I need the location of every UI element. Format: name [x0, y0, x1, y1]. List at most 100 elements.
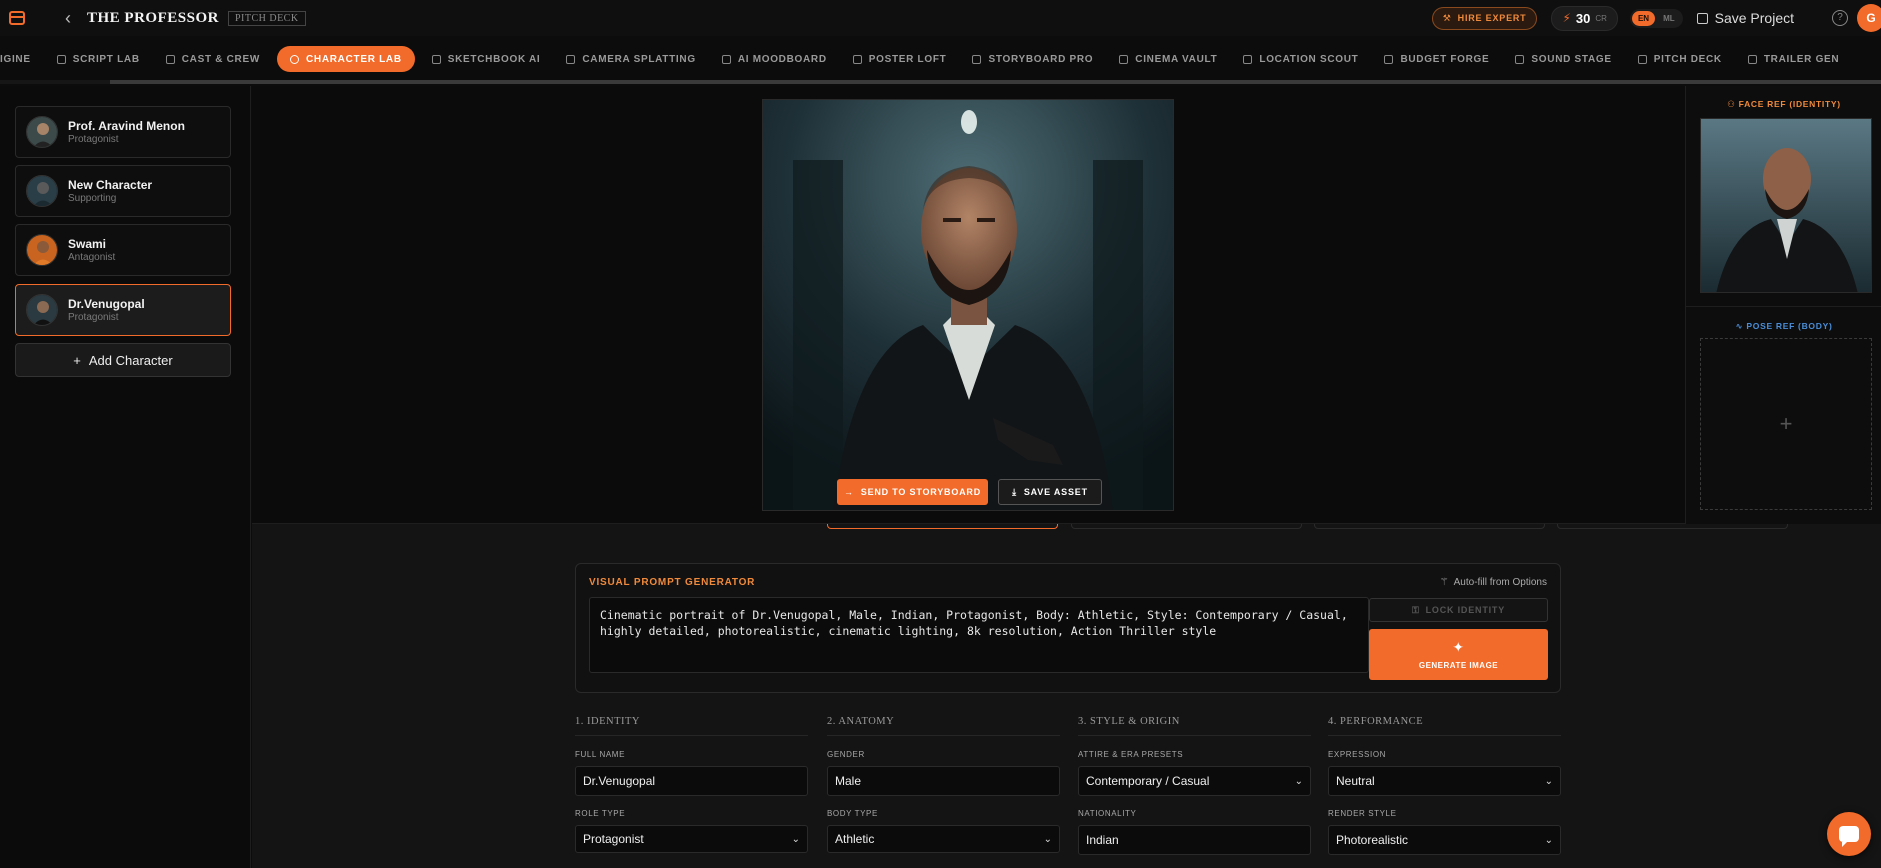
- save-project-label: Save Project: [1714, 10, 1794, 26]
- pencil-icon: [431, 54, 441, 64]
- visual-prompt-generator: VISUAL PROMPT GENERATOR ⚚ Auto-fill from…: [575, 563, 1561, 693]
- avatar: [26, 116, 58, 148]
- tab-storyboard-pro[interactable]: STORYBOARD PRO: [959, 46, 1106, 72]
- tab-sketchbook-ai[interactable]: SKETCHBOOK AI: [419, 46, 554, 72]
- face-ref-image[interactable]: [1700, 118, 1872, 293]
- clapperboard-icon[interactable]: [9, 11, 25, 25]
- tab-sound-stage[interactable]: SOUND STAGE: [1502, 46, 1624, 72]
- autofill-button[interactable]: ⚚ Auto-fill from Options: [1440, 577, 1547, 588]
- chevron-left-icon[interactable]: ‹: [65, 8, 71, 29]
- tab-character-lab[interactable]: CHARACTER LAB: [277, 46, 415, 72]
- box-icon: [1119, 54, 1129, 64]
- field-label: GENDER: [827, 750, 865, 759]
- identity-section: 1. IDENTITY FULL NAME Dr.Venugopal ROLE …: [575, 716, 808, 853]
- palette-icon: [721, 54, 731, 64]
- tab-pitch-deck[interactable]: PITCH DECK: [1625, 46, 1735, 72]
- tab-label: AI MOODBOARD: [737, 53, 827, 65]
- section-tabs-stub: [827, 524, 1812, 542]
- tab-label: SOUND STAGE: [1531, 53, 1612, 65]
- field-value: Dr.Venugopal: [583, 774, 656, 788]
- body-type-select[interactable]: Athletic ⌄: [827, 825, 1060, 853]
- tab-budget-forge[interactable]: BUDGET FORGE: [1371, 46, 1502, 72]
- help-circle-icon[interactable]: ?: [1832, 10, 1848, 26]
- character-card-selected[interactable]: Dr.Venugopal Protagonist: [15, 284, 231, 336]
- tab-scrollbar-thumb[interactable]: [110, 80, 1881, 84]
- performance-section: 4. PERFORMANCE EXPRESSION Neutral ⌄ RENDE…: [1328, 716, 1561, 855]
- field-value: Male: [835, 774, 862, 788]
- send-to-storyboard-button[interactable]: → SEND TO STORYBOARD: [837, 479, 988, 505]
- lock-identity-label: LOCK IDENTITY: [1425, 605, 1506, 615]
- section-heading: 4. PERFORMANCE: [1328, 716, 1561, 736]
- credits-badge[interactable]: ⚡ 30 CR: [1551, 5, 1618, 31]
- tab-label: CINEMA VAULT: [1135, 53, 1218, 65]
- generate-image-label: GENERATE IMAGE: [1418, 661, 1499, 670]
- plus-icon: +: [1779, 411, 1793, 436]
- tab-script-lab[interactable]: SCRIPT LAB: [44, 46, 153, 72]
- tab-cinema-vault[interactable]: CINEMA VAULT: [1106, 46, 1230, 72]
- gender-input[interactable]: Male: [827, 766, 1060, 796]
- lang-ml[interactable]: ML: [1657, 11, 1681, 26]
- field-label: BODY TYPE: [827, 809, 878, 818]
- character-role: Supporting: [68, 193, 117, 204]
- tab-location-scout[interactable]: LOCATION SCOUT: [1230, 46, 1371, 72]
- field-value: Protagonist: [583, 832, 644, 846]
- tab-scrollbar[interactable]: [0, 80, 1881, 84]
- expression-select[interactable]: Neutral ⌄: [1328, 766, 1561, 796]
- user-avatar[interactable]: G: [1857, 4, 1881, 32]
- role-type-select[interactable]: Protagonist ⌄: [575, 825, 808, 853]
- section-tab[interactable]: [1557, 524, 1788, 529]
- chevron-down-icon: ⌄: [1544, 775, 1553, 787]
- add-character-button[interactable]: + Add Character: [15, 343, 231, 377]
- tab-label: STORYBOARD PRO: [988, 53, 1094, 65]
- character-card[interactable]: New Character Supporting: [15, 165, 231, 217]
- download-icon: ⤓: [1012, 486, 1017, 497]
- save-asset-button[interactable]: ⤓ SAVE ASSET: [998, 479, 1102, 505]
- section-tab[interactable]: [827, 524, 1058, 529]
- character-card[interactable]: Prof. Aravind Menon Protagonist: [15, 106, 231, 158]
- send-to-storyboard-label: SEND TO STORYBOARD: [860, 487, 982, 497]
- character-card[interactable]: Swami Antagonist: [15, 224, 231, 276]
- tab-camera-splatting[interactable]: CAMERA SPLATTING: [553, 46, 708, 72]
- field-value: Neutral: [1336, 774, 1375, 788]
- video-icon: [1747, 54, 1757, 64]
- nationality-input[interactable]: Indian: [1078, 825, 1311, 855]
- section-tab[interactable]: [1071, 524, 1302, 529]
- render-style-select[interactable]: Photorealistic ⌄: [1328, 825, 1561, 855]
- field-value: Photorealistic: [1336, 833, 1409, 847]
- tab-trailer-gen[interactable]: TRAILER GEN: [1735, 46, 1852, 72]
- field-label: NATIONALITY: [1078, 809, 1137, 818]
- character-sidebar: Prof. Aravind Menon Protagonist New Char…: [0, 86, 251, 868]
- calculator-icon: [1384, 54, 1394, 64]
- pitch-deck-tag: PITCH DECK: [227, 10, 306, 26]
- prompt-textarea[interactable]: Cinematic portrait of Dr.Venugopal, Male…: [589, 597, 1369, 673]
- add-character-label: Add Character: [88, 352, 173, 368]
- scan-icon: [566, 54, 576, 64]
- avatar: [26, 175, 58, 207]
- reference-panel: ⚇ FACE REF (IDENTITY) ∿ POSE REF (BODY) …: [1685, 86, 1881, 524]
- tab-label: BUDGET FORGE: [1400, 53, 1490, 65]
- hire-expert-button[interactable]: ⚒ HIRE EXPERT: [1431, 6, 1538, 30]
- generate-image-button[interactable]: ✦ GENERATE IMAGE: [1369, 629, 1548, 680]
- user-icon: [290, 54, 299, 64]
- section-heading: 3. STYLE & ORIGIN: [1078, 716, 1311, 736]
- save-project-button[interactable]: Save Project: [1696, 10, 1794, 26]
- pose-ref-dropzone[interactable]: +: [1700, 338, 1872, 510]
- attire-select[interactable]: Contemporary / Casual ⌄: [1078, 766, 1311, 796]
- tab-cast-crew[interactable]: CAST & CREW: [153, 46, 273, 72]
- tab-ai-moodboard[interactable]: AI MOODBOARD: [709, 46, 840, 72]
- lang-en[interactable]: EN: [1631, 10, 1656, 26]
- tab-poster-loft[interactable]: POSTER LOFT: [840, 46, 960, 72]
- language-toggle[interactable]: EN ML: [1629, 8, 1683, 28]
- full-name-input[interactable]: Dr.Venugopal: [575, 766, 808, 796]
- character-role: Protagonist: [68, 312, 119, 323]
- tab-engine[interactable]: IGINE: [0, 46, 44, 72]
- lock-identity-button[interactable]: ⚿ LOCK IDENTITY: [1369, 598, 1548, 622]
- section-tab[interactable]: [1314, 524, 1545, 529]
- tab-label: CAMERA SPLATTING: [582, 53, 696, 65]
- chat-button[interactable]: [1827, 812, 1871, 856]
- wand-icon: ⚚: [1439, 577, 1449, 588]
- wand-icon: ✦: [1452, 639, 1465, 655]
- arrow-right-icon: →: [843, 487, 854, 497]
- mic-icon: [1515, 54, 1525, 64]
- top-bar: ‹ THE PROFESSOR PITCH DECK ⚒ HIRE EXPERT…: [0, 0, 1881, 36]
